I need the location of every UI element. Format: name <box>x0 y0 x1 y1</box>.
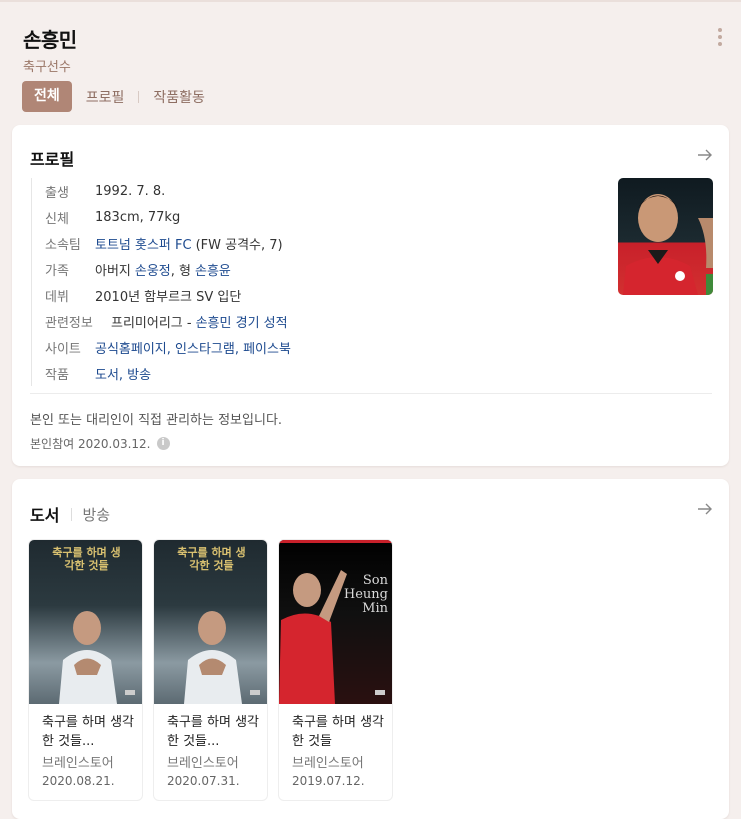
row-value: 아버지 <box>95 263 131 279</box>
book-item[interactable]: Son Heung Min 축구를 하며 생각한 것들 브레인스토어 2019.… <box>278 539 393 801</box>
profile-row-birth: 출생 1992. 7. 8. <box>45 178 291 204</box>
profile-row-body: 신체 183cm, 77kg <box>45 204 291 230</box>
tab-divider <box>71 507 73 521</box>
brother-link[interactable]: 손흥윤 <box>195 260 231 279</box>
book-date: 2020.07.31. <box>167 774 240 788</box>
arrow-right-icon[interactable] <box>697 501 713 517</box>
page-subtitle: 축구선수 <box>23 60 71 75</box>
row-value: 2010년 함부르크 SV 입단 <box>95 289 242 305</box>
row-value: 183cm, 77kg <box>95 209 181 225</box>
book-date: 2020.08.21. <box>42 774 115 788</box>
arrow-right-icon[interactable] <box>697 147 713 163</box>
profile-info-list: 출생 1992. 7. 8. 신체 183cm, 77kg 소속팀 토트넘 홋스… <box>31 178 291 386</box>
row-label: 가족 <box>45 263 69 279</box>
book-cover: 축구를 하며 생각한 것들 <box>29 540 142 704</box>
profile-row-family: 가족 아버지 손웅정 , 형 손흥윤 <box>45 256 291 282</box>
books-tab-bar: 도서 방송 <box>30 502 110 526</box>
page-title: 손흥민 <box>23 28 77 52</box>
player-photo-image <box>623 194 713 295</box>
book-title: 축구를 하며 생각한 것들... <box>167 715 259 749</box>
tab-broadcast[interactable]: 방송 <box>82 504 110 525</box>
books-card: 도서 방송 축구를 하며 생각한 것들 축구를 하며 생각한 것들... 브레인… <box>12 479 729 819</box>
row-value: 1992. 7. 8. <box>95 183 166 199</box>
row-label: 사이트 <box>45 341 81 357</box>
tab-books[interactable]: 도서 <box>30 502 59 526</box>
row-label: 소속팀 <box>45 237 81 253</box>
person-panel: 손흥민 축구선수 전체 프로필 작품활동 프로필 출생 1992. 7. 8. … <box>0 0 741 819</box>
works-links[interactable]: 도서, 방송 <box>95 364 151 383</box>
participation-info: 본인참여 2020.03.12. i <box>30 435 170 452</box>
profile-row-debut: 데뷔 2010년 함부르크 SV 입단 <box>45 282 291 308</box>
book-cover-title: Son Heung Min <box>343 573 388 616</box>
tab-all[interactable]: 전체 <box>22 81 72 112</box>
profile-photo[interactable] <box>618 178 713 295</box>
row-value: (FW 공격수, 7) <box>195 237 283 253</box>
tab-bar: 전체 프로필 작품활동 <box>22 81 219 112</box>
profile-row-site: 사이트 공식홈페이지, 인스타그램, 페이스북 <box>45 334 291 360</box>
divider <box>30 393 712 394</box>
book-title: 축구를 하며 생각한 것들... <box>42 715 134 749</box>
book-publisher: 브레인스토어 <box>167 756 239 771</box>
book-date: 2019.07.12. <box>292 774 365 788</box>
row-label: 작품 <box>45 367 69 383</box>
row-label: 관련정보 <box>45 315 93 331</box>
info-icon[interactable]: i <box>156 437 170 450</box>
book-cover: 축구를 하며 생각한 것들 <box>154 540 267 704</box>
book-publisher: 브레인스토어 <box>42 756 114 771</box>
tab-works[interactable]: 작품활동 <box>139 87 219 107</box>
book-title: 축구를 하며 생각한 것들 <box>292 715 384 749</box>
profile-card: 프로필 출생 1992. 7. 8. 신체 183cm, 77kg 소속팀 토트… <box>12 125 729 466</box>
team-link[interactable]: 토트넘 홋스퍼 FC <box>95 234 192 253</box>
profile-row-works: 작품 도서, 방송 <box>45 360 291 386</box>
book-cover-title: 축구를 하며 생각한 것들 <box>177 546 246 572</box>
managed-info-note: 본인 또는 대리인이 직접 관리하는 정보입니다. <box>30 413 283 428</box>
book-cover-art <box>279 540 392 704</box>
site-links[interactable]: 공식홈페이지, 인스타그램, 페이스북 <box>95 338 291 357</box>
book-cover-title: 축구를 하며 생각한 것들 <box>52 546 121 572</box>
participation-text: 본인참여 2020.03.12. <box>30 437 151 451</box>
row-value: 프리미어리그 - <box>111 315 192 331</box>
book-cover: Son Heung Min <box>279 540 392 704</box>
profile-row-related: 관련정보 프리미어리그 - 손흥민 경기 성적 <box>45 308 291 334</box>
tab-profile[interactable]: 프로필 <box>72 87 139 107</box>
book-item[interactable]: 축구를 하며 생각한 것들 축구를 하며 생각한 것들... 브레인스토어 20… <box>153 539 268 801</box>
profile-title: 프로필 <box>30 150 75 169</box>
row-label: 출생 <box>45 185 69 201</box>
book-publisher: 브레인스토어 <box>292 756 364 771</box>
row-label: 신체 <box>45 211 69 227</box>
book-item[interactable]: 축구를 하며 생각한 것들 축구를 하며 생각한 것들... 브레인스토어 20… <box>28 539 143 801</box>
profile-row-team: 소속팀 토트넘 홋스퍼 FC (FW 공격수, 7) <box>45 230 291 256</box>
row-label: 데뷔 <box>45 289 69 305</box>
father-link[interactable]: 손웅정 <box>135 260 171 279</box>
row-value: , 형 <box>170 263 192 279</box>
more-options-icon[interactable] <box>718 28 722 49</box>
match-stats-link[interactable]: 손흥민 경기 성적 <box>196 312 288 331</box>
